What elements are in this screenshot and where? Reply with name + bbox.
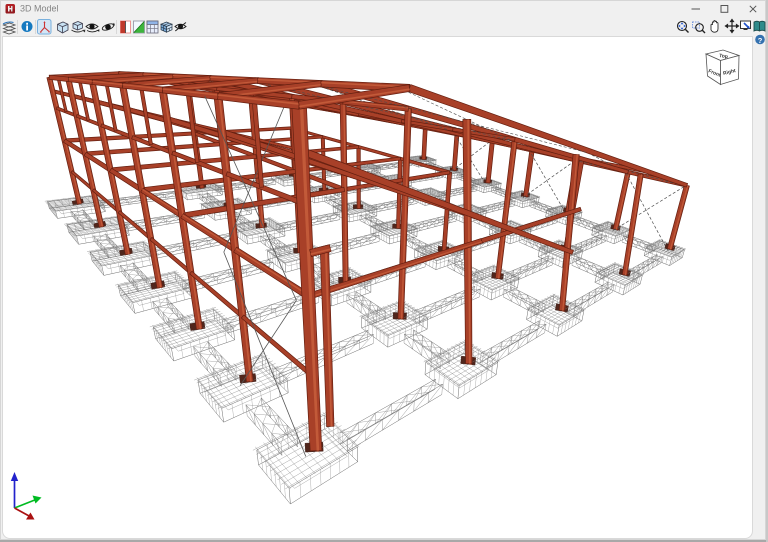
svg-text:Top: Top [719, 53, 729, 60]
svg-text:?: ? [758, 36, 763, 45]
svg-text:3D Model: 3D Model [20, 4, 59, 14]
